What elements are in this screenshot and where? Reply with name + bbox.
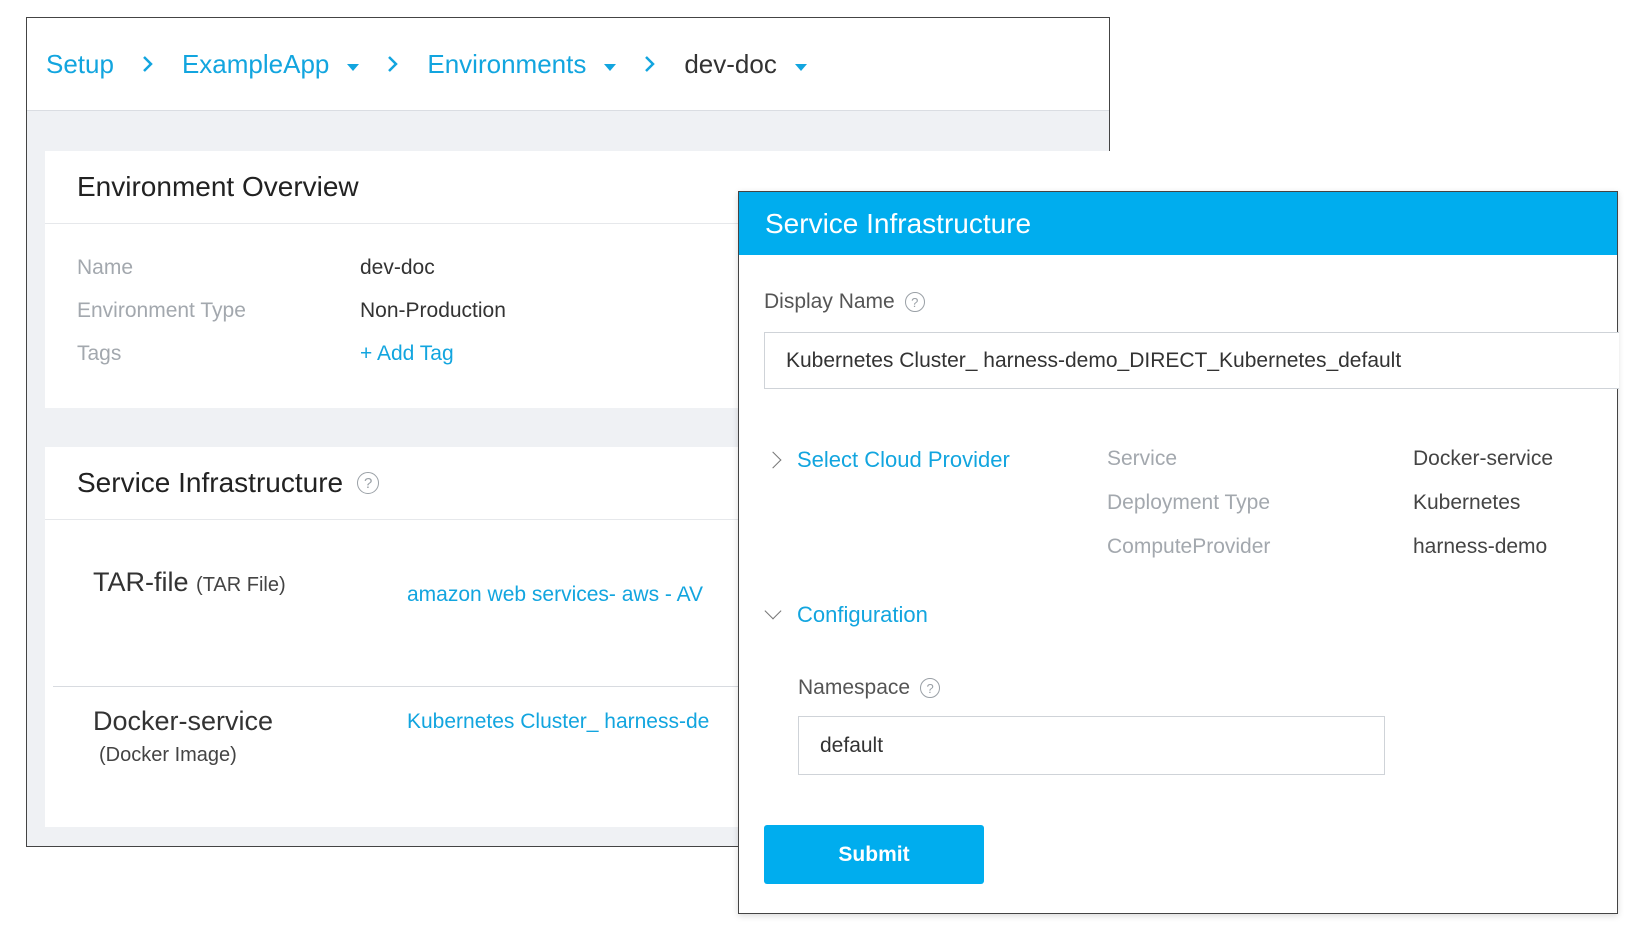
breadcrumb-current-env-label: dev-doc (684, 48, 777, 79)
question-circle-icon[interactable]: ? (920, 678, 941, 698)
environment-type-label: Environment Type (77, 299, 246, 322)
service-name-docker: Docker-service (93, 706, 274, 736)
namespace-input[interactable]: default (798, 716, 1385, 775)
service-name-tar: TAR-file (TAR File) (93, 567, 286, 598)
service-value: Docker-service (1413, 447, 1554, 470)
chevron-down-icon (764, 602, 782, 620)
namespace-label-text: Namespace (798, 676, 911, 699)
chevron-right-icon (644, 55, 656, 73)
chevron-right-icon (764, 451, 782, 469)
breadcrumb-environments[interactable]: Environments (427, 48, 617, 80)
name-label: Name (77, 256, 134, 279)
submit-button[interactable]: Submit (764, 825, 984, 884)
breadcrumb-app[interactable]: ExampleApp (181, 48, 360, 80)
compute-provider-label: ComputeProvider (1107, 535, 1271, 558)
deployment-type-label: Deployment Type (1107, 491, 1271, 514)
breadcrumb-setup-label: Setup (46, 48, 114, 79)
chevron-right-icon (142, 55, 154, 73)
display-name-input[interactable]: Kubernetes Cluster_ harness-demo_DIRECT_… (764, 332, 1619, 389)
service-type-docker: (Docker Image) (99, 744, 237, 766)
breadcrumb-app-label: ExampleApp (181, 48, 330, 79)
service-label: Service (1107, 447, 1178, 470)
breadcrumb-environments-label: Environments (427, 48, 587, 79)
display-name-label: Display Name ? (764, 290, 925, 314)
breadcrumb-setup[interactable]: Setup (46, 49, 114, 80)
service-infrastructure-modal: Service Infrastructure Display Name ? Ku… (738, 191, 1619, 914)
add-tag-link[interactable]: + Add Tag (360, 342, 454, 366)
breadcrumb: Setup ExampleApp Environments dev-doc (27, 18, 1109, 111)
service-name-tar-text: TAR-file (93, 567, 189, 597)
service-infra-link-docker[interactable]: Kubernetes Cluster_ harness-de (407, 710, 709, 734)
compute-provider-value: harness-demo (1413, 535, 1548, 558)
deployment-type-value: Kubernetes (1413, 491, 1521, 514)
caret-down-icon[interactable] (347, 63, 360, 71)
caret-down-icon[interactable] (794, 63, 807, 71)
question-circle-icon[interactable]: ? (904, 292, 925, 312)
tags-label: Tags (77, 342, 122, 365)
environment-type-value: Non-Production (360, 299, 506, 322)
service-type-tar: (TAR File) (196, 574, 286, 596)
caret-down-icon[interactable] (604, 63, 617, 71)
display-name-label-text: Display Name (764, 290, 895, 313)
modal-title: Service Infrastructure (739, 192, 1617, 255)
infrastructure-title-text: Service Infrastructure (77, 467, 344, 498)
name-value: dev-doc (360, 256, 435, 279)
question-circle-icon[interactable]: ? (357, 472, 380, 494)
service-infra-link-tar[interactable]: amazon web services- aws - AV (407, 583, 703, 607)
configuration-label: Configuration (797, 602, 928, 627)
breadcrumb-current-env[interactable]: dev-doc (684, 49, 807, 80)
chevron-right-icon (387, 55, 399, 73)
configuration-toggle[interactable]: Configuration (764, 602, 928, 628)
select-cloud-provider-toggle[interactable]: Select Cloud Provider (764, 447, 1010, 473)
namespace-label: Namespace ? (798, 676, 941, 700)
select-cloud-provider-label: Select Cloud Provider (797, 447, 1010, 472)
